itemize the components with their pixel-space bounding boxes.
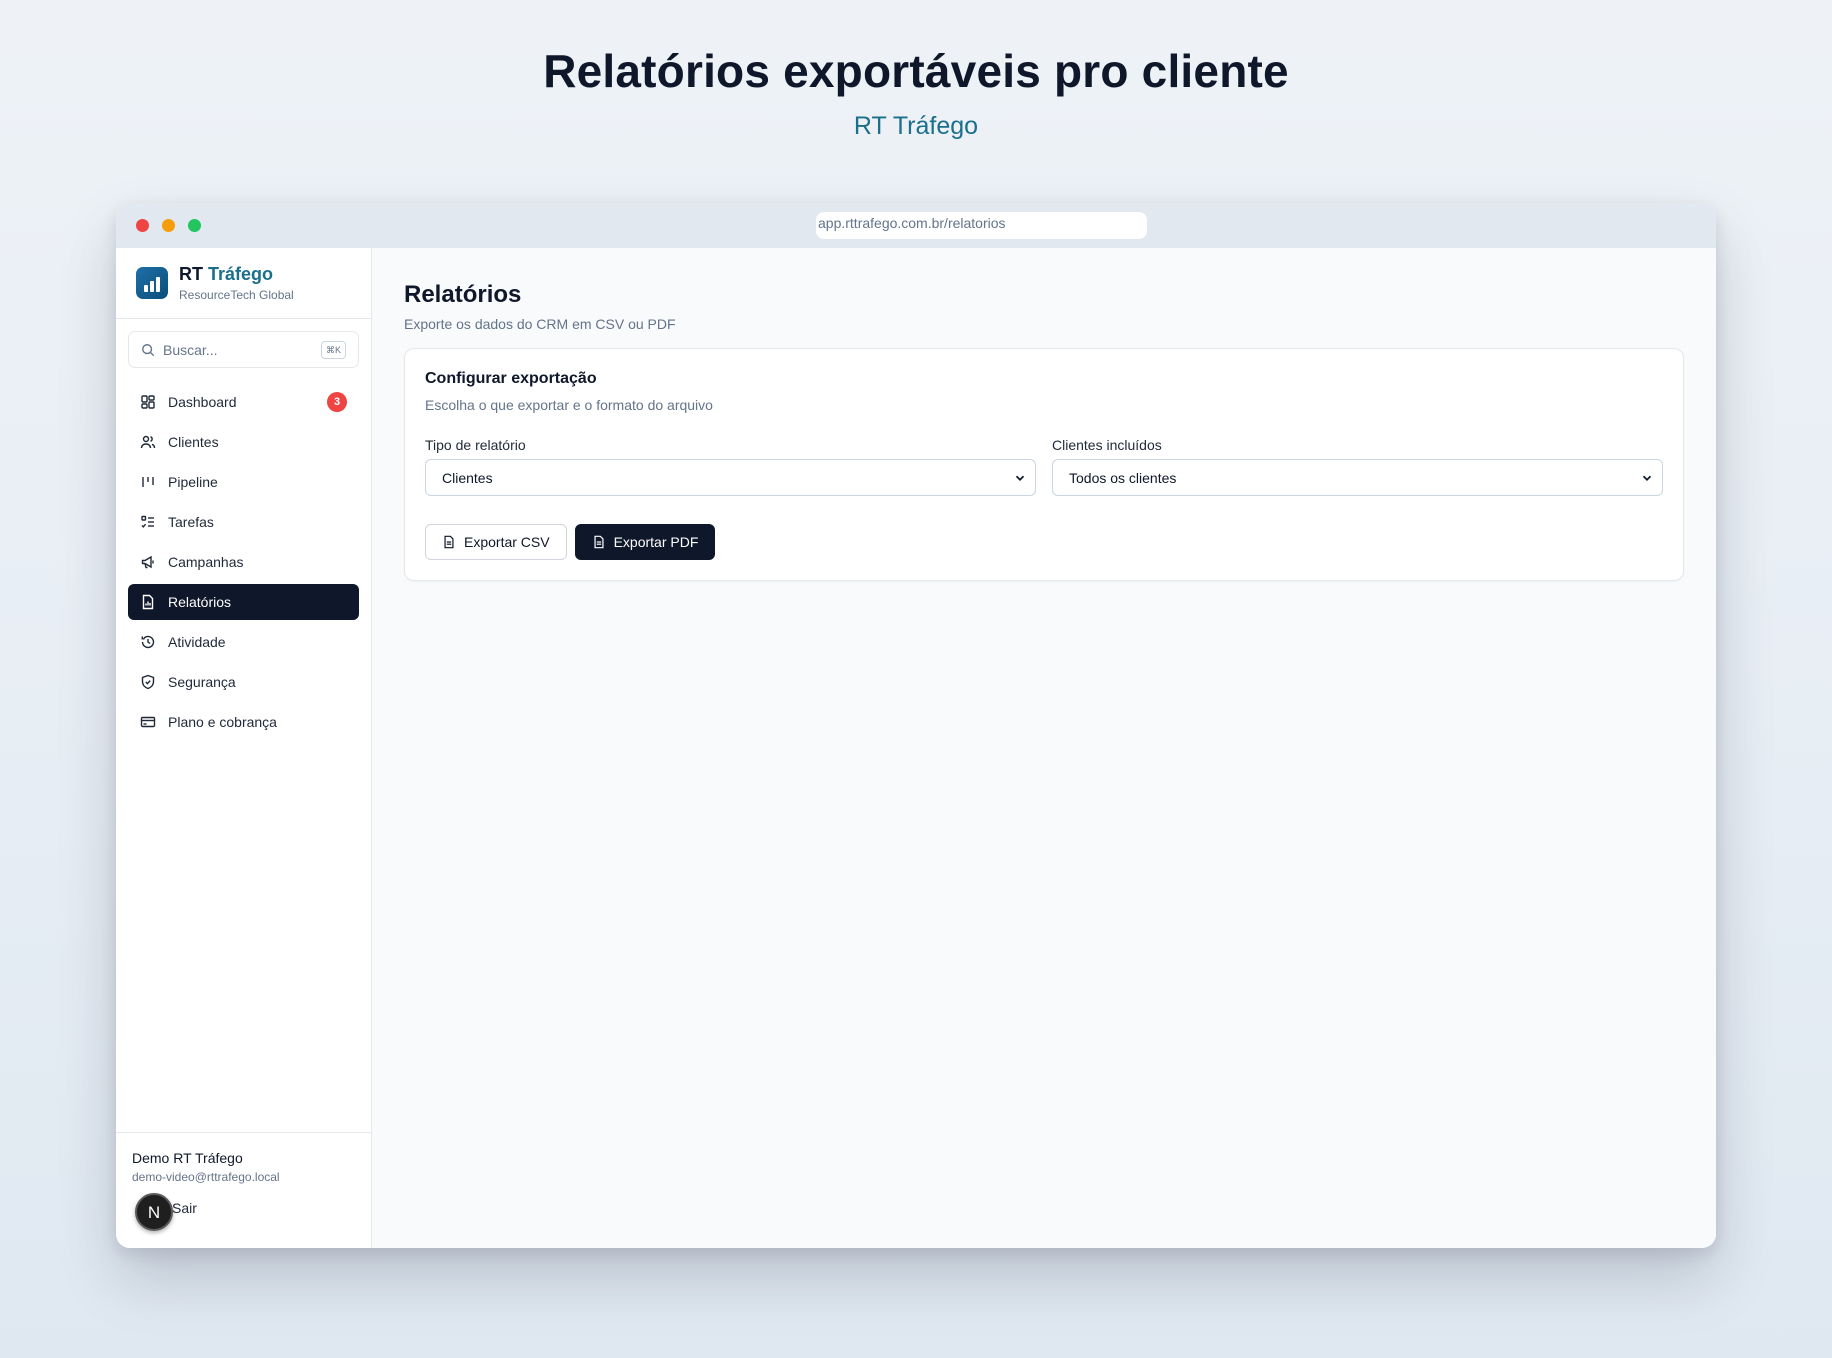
sidebar-nav: Dashboard 3 Clientes Pipeline Tarefas Ca… [116, 384, 371, 740]
minimize-window-button[interactable] [162, 219, 175, 232]
sidebar-item-label: Dashboard [168, 394, 237, 410]
page-subtitle: Exporte os dados do CRM em CSV ou PDF [404, 316, 676, 332]
sidebar-item-label: Atividade [168, 634, 226, 650]
sidebar-item-label: Clientes [168, 434, 219, 450]
hero-subtitle: RT Tráfego [853, 112, 979, 140]
clients-value: Todos os clientes [1069, 469, 1177, 486]
credit-card-icon [140, 716, 156, 728]
export-fields: Tipo de relatório Clientes Clientes incl… [425, 437, 1663, 496]
brand-logo-icon [136, 267, 168, 299]
file-icon [594, 535, 604, 549]
card-subtitle: Escolha o que exportar e o formato do ar… [425, 397, 713, 413]
dashboard-icon [141, 395, 155, 409]
page-title: Relatórios [404, 281, 522, 308]
search-shortcut: ⌘K [321, 341, 346, 359]
pipeline-icon [142, 477, 154, 487]
maximize-window-button[interactable] [188, 219, 201, 232]
sidebar-item-seguranca[interactable]: Segurança [128, 664, 359, 700]
megaphone-icon [141, 555, 154, 569]
user-panel: Demo RT Tráfego demo-video@rttrafego.loc… [116, 1132, 371, 1248]
sidebar-item-clientes[interactable]: Clientes [128, 424, 359, 460]
notification-badge: 3 [327, 392, 347, 412]
report-type-field: Tipo de relatório Clientes [425, 437, 1036, 496]
clients-select[interactable]: Todos os clientes [1052, 459, 1663, 496]
avatar[interactable]: N [135, 1193, 173, 1231]
browser-titlebar: app.rttrafego.com.br/relatorios [116, 203, 1716, 248]
clients-field: Clientes incluídos Todos os clientes [1052, 437, 1663, 496]
report-type-label: Tipo de relatório [425, 437, 526, 453]
clients-label: Clientes incluídos [1052, 437, 1162, 453]
search-placeholder: Buscar... [163, 341, 218, 358]
sidebar-item-campanhas[interactable]: Campanhas [128, 544, 359, 580]
brand-tagline: ResourceTech Global [179, 288, 294, 302]
search-input[interactable]: Buscar... ⌘K [128, 331, 359, 368]
sidebar-item-atividade[interactable]: Atividade [128, 624, 359, 660]
sidebar-item-label: Campanhas [168, 554, 244, 570]
chevron-down-icon [1642, 475, 1652, 481]
app-body: RT Tráfego ResourceTech Global Buscar...… [116, 248, 1716, 1248]
report-icon [142, 594, 154, 610]
sidebar-item-label: Relatórios [168, 594, 232, 610]
user-name: Demo RT Tráfego [132, 1150, 243, 1166]
hero: Relatórios exportáveis pro cliente RT Tr… [0, 44, 1832, 141]
report-type-select[interactable]: Clientes [425, 459, 1036, 496]
tasks-icon [141, 515, 154, 528]
export-pdf-label: Exportar PDF [613, 534, 699, 550]
file-icon [444, 535, 454, 549]
sidebar: RT Tráfego ResourceTech Global Buscar...… [116, 248, 372, 1248]
sidebar-item-plano-cobranca[interactable]: Plano e cobrança [128, 704, 359, 740]
report-type-value: Clientes [442, 469, 493, 486]
sidebar-item-label: Pipeline [168, 474, 218, 490]
sidebar-item-label: Tarefas [168, 514, 214, 530]
sidebar-item-label: Plano e cobrança [168, 714, 277, 730]
sidebar-item-dashboard[interactable]: Dashboard 3 [128, 384, 359, 420]
shield-icon [141, 674, 155, 690]
sidebar-item-relatorios[interactable]: Relatórios [128, 584, 359, 620]
export-actions: Exportar CSV Exportar PDF [425, 524, 1663, 560]
export-pdf-button[interactable]: Exportar PDF [574, 524, 716, 560]
card-title: Configurar exportação [425, 370, 597, 387]
export-csv-button[interactable]: Exportar CSV [425, 524, 567, 560]
users-icon [140, 435, 156, 449]
search-icon [142, 343, 155, 356]
hero-title: Relatórios exportáveis pro cliente [543, 45, 1289, 97]
user-email: demo-video@rttrafego.local [132, 1170, 280, 1184]
sidebar-item-tarefas[interactable]: Tarefas [128, 504, 359, 540]
main-content: Relatórios Exporte os dados do CRM em CS… [372, 248, 1716, 1248]
sidebar-item-label: Segurança [168, 674, 236, 690]
history-icon [141, 635, 155, 649]
export-config-card: Configurar exportação Escolha o que expo… [404, 348, 1684, 581]
close-window-button[interactable] [136, 219, 149, 232]
brand-name: RT Tráfego [179, 264, 274, 284]
address-bar[interactable]: app.rttrafego.com.br/relatorios [816, 212, 1147, 239]
browser-window: app.rttrafego.com.br/relatorios RT Tráfe… [116, 203, 1716, 1248]
chevron-down-icon [1015, 475, 1025, 481]
sidebar-item-pipeline[interactable]: Pipeline [128, 464, 359, 500]
brand: RT Tráfego ResourceTech Global [116, 248, 371, 319]
export-csv-label: Exportar CSV [464, 534, 550, 550]
